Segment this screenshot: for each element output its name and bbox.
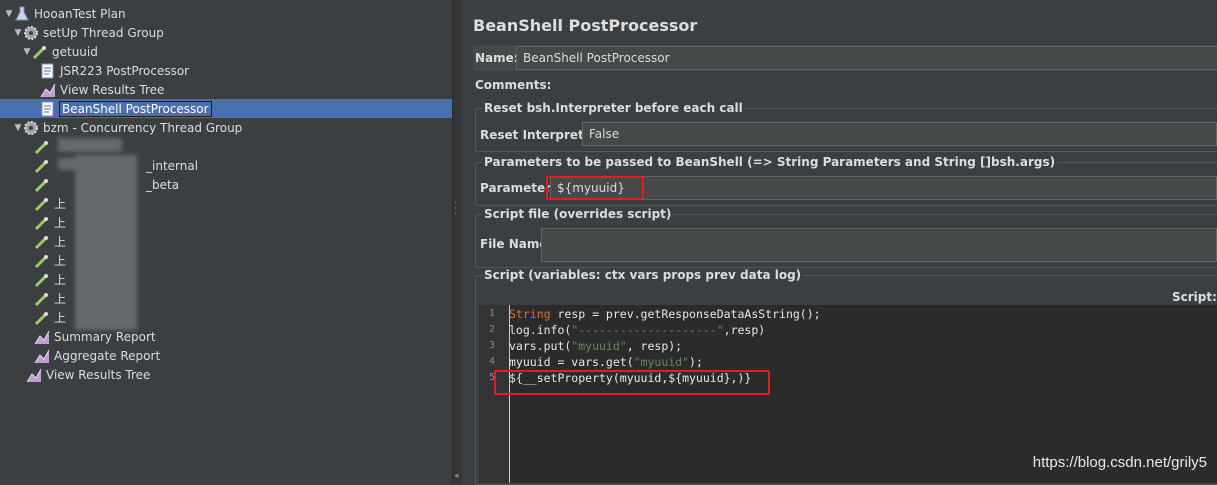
sampler-icon (34, 272, 50, 288)
sampler-icon (34, 139, 50, 155)
blurred-region (58, 158, 78, 170)
tree-item-label: 上 (54, 311, 67, 325)
line-number: 1 (489, 308, 496, 319)
blurred-region (75, 155, 137, 330)
line-number: 2 (489, 324, 496, 335)
comments-field[interactable] (550, 75, 1217, 95)
tree-item-label: getuuid (52, 44, 98, 59)
flask-icon (14, 6, 30, 22)
parameters-field[interactable]: ${myuuid} (550, 176, 1217, 200)
section-legend: Script file (overrides script) (482, 207, 674, 221)
tree-item-label: _internal (146, 158, 199, 173)
sampler-icon (34, 253, 50, 269)
line-number: 3 (489, 340, 496, 351)
code-line: vars.put("myuuid", resp); (509, 339, 683, 353)
code-line: log.info("--------------------",resp) (509, 323, 766, 337)
tree-item-label: HooanTest Plan (34, 6, 126, 21)
beanshell-postprocessor-panel: BeanShell PostProcessor Name: BeanShell … (462, 0, 1217, 485)
tree-item-label: BeanShell PostProcessor (59, 100, 212, 117)
collapse-arrow-icon[interactable]: ▼ (22, 47, 32, 57)
script-icon (40, 101, 56, 117)
chart-icon (26, 367, 42, 383)
splitter-grip-icon: · · · (454, 198, 457, 220)
collapse-arrow-icon[interactable]: ▼ (13, 123, 23, 133)
splitter-arrow-icon[interactable]: ◂ (454, 471, 459, 481)
file-name-field[interactable] (541, 228, 1217, 262)
highlight-box (494, 370, 770, 395)
page-title: BeanShell PostProcessor (473, 16, 698, 35)
script-icon (40, 63, 56, 79)
collapse-arrow-icon[interactable]: ▼ (13, 28, 23, 38)
tree-item-beanshell-postprocessor[interactable]: BeanShell PostProcessor (0, 99, 452, 118)
name-label: Name: (475, 51, 519, 65)
reset-interpreter-select[interactable]: False (582, 122, 1217, 146)
tree-item-summary-report[interactable]: Summary Report (34, 327, 452, 346)
tree-item-label: 上 (54, 216, 67, 230)
section-legend: Parameters to be passed to BeanShell (=>… (482, 155, 1058, 169)
tree-item-test-plan[interactable]: ▼ HooanTest Plan (4, 4, 452, 23)
comments-label: Comments: (475, 78, 552, 92)
blurred-region (58, 138, 122, 152)
chart-icon (40, 82, 56, 98)
tree-item-view-results-tree-1[interactable]: View Results Tree (40, 80, 452, 99)
tree-item-getuuid[interactable]: ▼ getuuid (22, 42, 452, 61)
tree-item-label: View Results Tree (60, 82, 165, 97)
tree-item-setup-thread-group[interactable]: ▼ setUp Thread Group (13, 23, 452, 42)
sampler-icon (34, 158, 50, 174)
sampler-icon (34, 196, 50, 212)
tree-item-label: 上 (54, 197, 67, 211)
sampler-icon (34, 291, 50, 307)
tree-item-label: 上 (54, 235, 67, 249)
sampler-icon (32, 44, 48, 60)
tree-item-label: 上 (54, 292, 67, 306)
line-number: 4 (489, 356, 496, 367)
test-plan-tree: ▼ HooanTest Plan ▼ setUp Thread Group ▼ … (0, 0, 452, 483)
section-legend: Script (variables: ctx vars props prev d… (482, 268, 804, 282)
tree-item-label: Aggregate Report (54, 348, 161, 363)
watermark: https://blog.csdn.net/grily5 (1032, 454, 1207, 471)
tree-item-label: _beta (146, 177, 180, 192)
highlight-box (546, 176, 644, 200)
code-line: myuuid = vars.get("myuuid"); (509, 355, 703, 369)
sampler-icon (34, 310, 50, 326)
sampler-icon (34, 215, 50, 231)
tree-item-jsr223[interactable]: JSR223 PostProcessor (40, 61, 452, 80)
tree-item-aggregate-report[interactable]: Aggregate Report (34, 346, 452, 365)
code-line: String resp = prev.getResponseDataAsStri… (509, 307, 821, 321)
gear-icon (23, 120, 39, 136)
section-legend: Reset bsh.Interpreter before each call (482, 101, 745, 115)
collapse-arrow-icon[interactable]: ▼ (4, 9, 14, 19)
tree-item-label: Summary Report (54, 329, 156, 344)
tree-item-label: bzm - Concurrency Thread Group (43, 120, 243, 135)
chart-icon (34, 348, 50, 364)
sampler-icon (34, 177, 50, 193)
tree-item-view-results-tree-2[interactable]: View Results Tree (26, 365, 452, 384)
gear-icon (23, 25, 39, 41)
tree-item-label: JSR223 PostProcessor (60, 63, 190, 78)
tree-item-label: setUp Thread Group (43, 25, 164, 40)
script-label: Script: (1172, 290, 1217, 304)
tree-item-concurrency-thread-group[interactable]: ▼ bzm - Concurrency Thread Group (13, 118, 452, 137)
tree-item-label: 上 (54, 254, 67, 268)
tree-item-label: View Results Tree (46, 367, 151, 382)
tree-item-label: 上 (54, 273, 67, 287)
name-field[interactable]: BeanShell PostProcessor (516, 46, 1217, 70)
chart-icon (34, 329, 50, 345)
name-row: Name: BeanShell PostProcessor (473, 45, 1217, 71)
sampler-icon (34, 234, 50, 250)
